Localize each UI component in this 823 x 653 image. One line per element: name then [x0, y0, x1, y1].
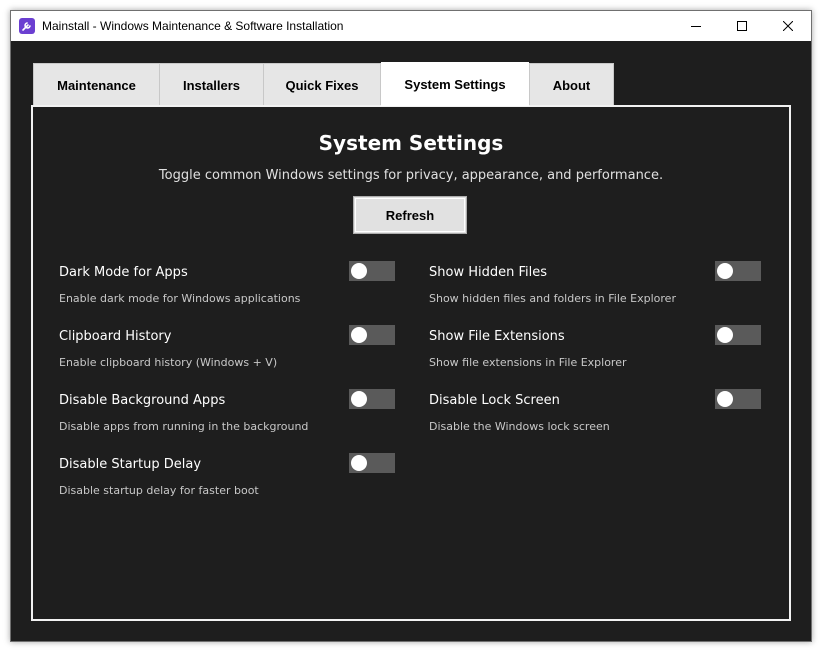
wrench-icon: [19, 18, 35, 34]
toggle-knob: [717, 327, 733, 343]
setting-label: Show Hidden Files: [429, 265, 547, 280]
toggle-knob: [717, 391, 733, 407]
setting-label: Disable Lock Screen: [429, 393, 560, 408]
setting-label: Show File Extensions: [429, 329, 565, 344]
close-icon: [783, 21, 793, 31]
app-window: Mainstall - Windows Maintenance & Softwa…: [10, 10, 812, 642]
setting-label: Clipboard History: [59, 329, 172, 344]
disable-lock-screen-toggle[interactable]: [715, 389, 761, 409]
window-title: Mainstall - Windows Maintenance & Softwa…: [42, 19, 344, 33]
title-bar[interactable]: Mainstall - Windows Maintenance & Softwa…: [11, 11, 811, 41]
setting-show-hidden-files: Show Hidden Files Show hidden files and …: [429, 261, 769, 315]
toggle-knob: [351, 391, 367, 407]
setting-disable-lock-screen: Disable Lock Screen Disable the Windows …: [429, 389, 769, 443]
setting-label: Dark Mode for Apps: [59, 265, 188, 280]
minimize-icon: [691, 26, 701, 27]
setting-description: Show hidden files and folders in File Ex…: [429, 292, 676, 305]
toggle-knob: [351, 327, 367, 343]
setting-description: Show file extensions in File Explorer: [429, 356, 627, 369]
setting-label: Disable Startup Delay: [59, 457, 202, 472]
disable-background-apps-toggle[interactable]: [349, 389, 395, 409]
refresh-button[interactable]: Refresh: [353, 196, 467, 234]
show-hidden-files-toggle[interactable]: [715, 261, 761, 281]
tab-quick-fixes[interactable]: Quick Fixes: [263, 63, 381, 106]
setting-description: Enable dark mode for Windows application…: [59, 292, 301, 305]
setting-disable-startup-delay: Disable Startup Delay Disable startup de…: [59, 453, 399, 507]
tab-maintenance[interactable]: Maintenance: [33, 63, 160, 106]
setting-label: Disable Background Apps: [59, 393, 226, 408]
setting-description: Disable startup delay for faster boot: [59, 484, 259, 497]
clipboard-history-toggle[interactable]: [349, 325, 395, 345]
setting-disable-background-apps: Disable Background Apps Disable apps fro…: [59, 389, 399, 443]
setting-clipboard-history: Clipboard History Enable clipboard histo…: [59, 325, 399, 379]
setting-description: Disable the Windows lock screen: [429, 420, 610, 433]
setting-show-file-extensions: Show File Extensions Show file extension…: [429, 325, 769, 379]
disable-startup-delay-toggle[interactable]: [349, 453, 395, 473]
maximize-icon: [737, 21, 747, 31]
tab-system-settings[interactable]: System Settings: [381, 62, 529, 106]
tab-about[interactable]: About: [529, 63, 614, 106]
panel-subtitle: Toggle common Windows settings for priva…: [158, 168, 664, 183]
setting-description: Enable clipboard history (Windows + V): [59, 356, 278, 369]
show-file-extensions-toggle[interactable]: [715, 325, 761, 345]
minimize-button[interactable]: [673, 11, 719, 41]
maximize-button[interactable]: [719, 11, 765, 41]
system-settings-panel: System Settings Toggle common Windows se…: [31, 105, 791, 621]
tab-installers[interactable]: Installers: [159, 63, 264, 106]
dark-mode-toggle[interactable]: [349, 261, 395, 281]
setting-description: Disable apps from running in the backgro…: [59, 420, 309, 433]
setting-dark-mode: Dark Mode for Apps Enable dark mode for …: [59, 261, 399, 315]
toggle-knob: [351, 455, 367, 471]
toggle-knob: [351, 263, 367, 279]
toggle-knob: [717, 263, 733, 279]
close-button[interactable]: [765, 11, 811, 41]
panel-title: System Settings: [318, 131, 504, 155]
